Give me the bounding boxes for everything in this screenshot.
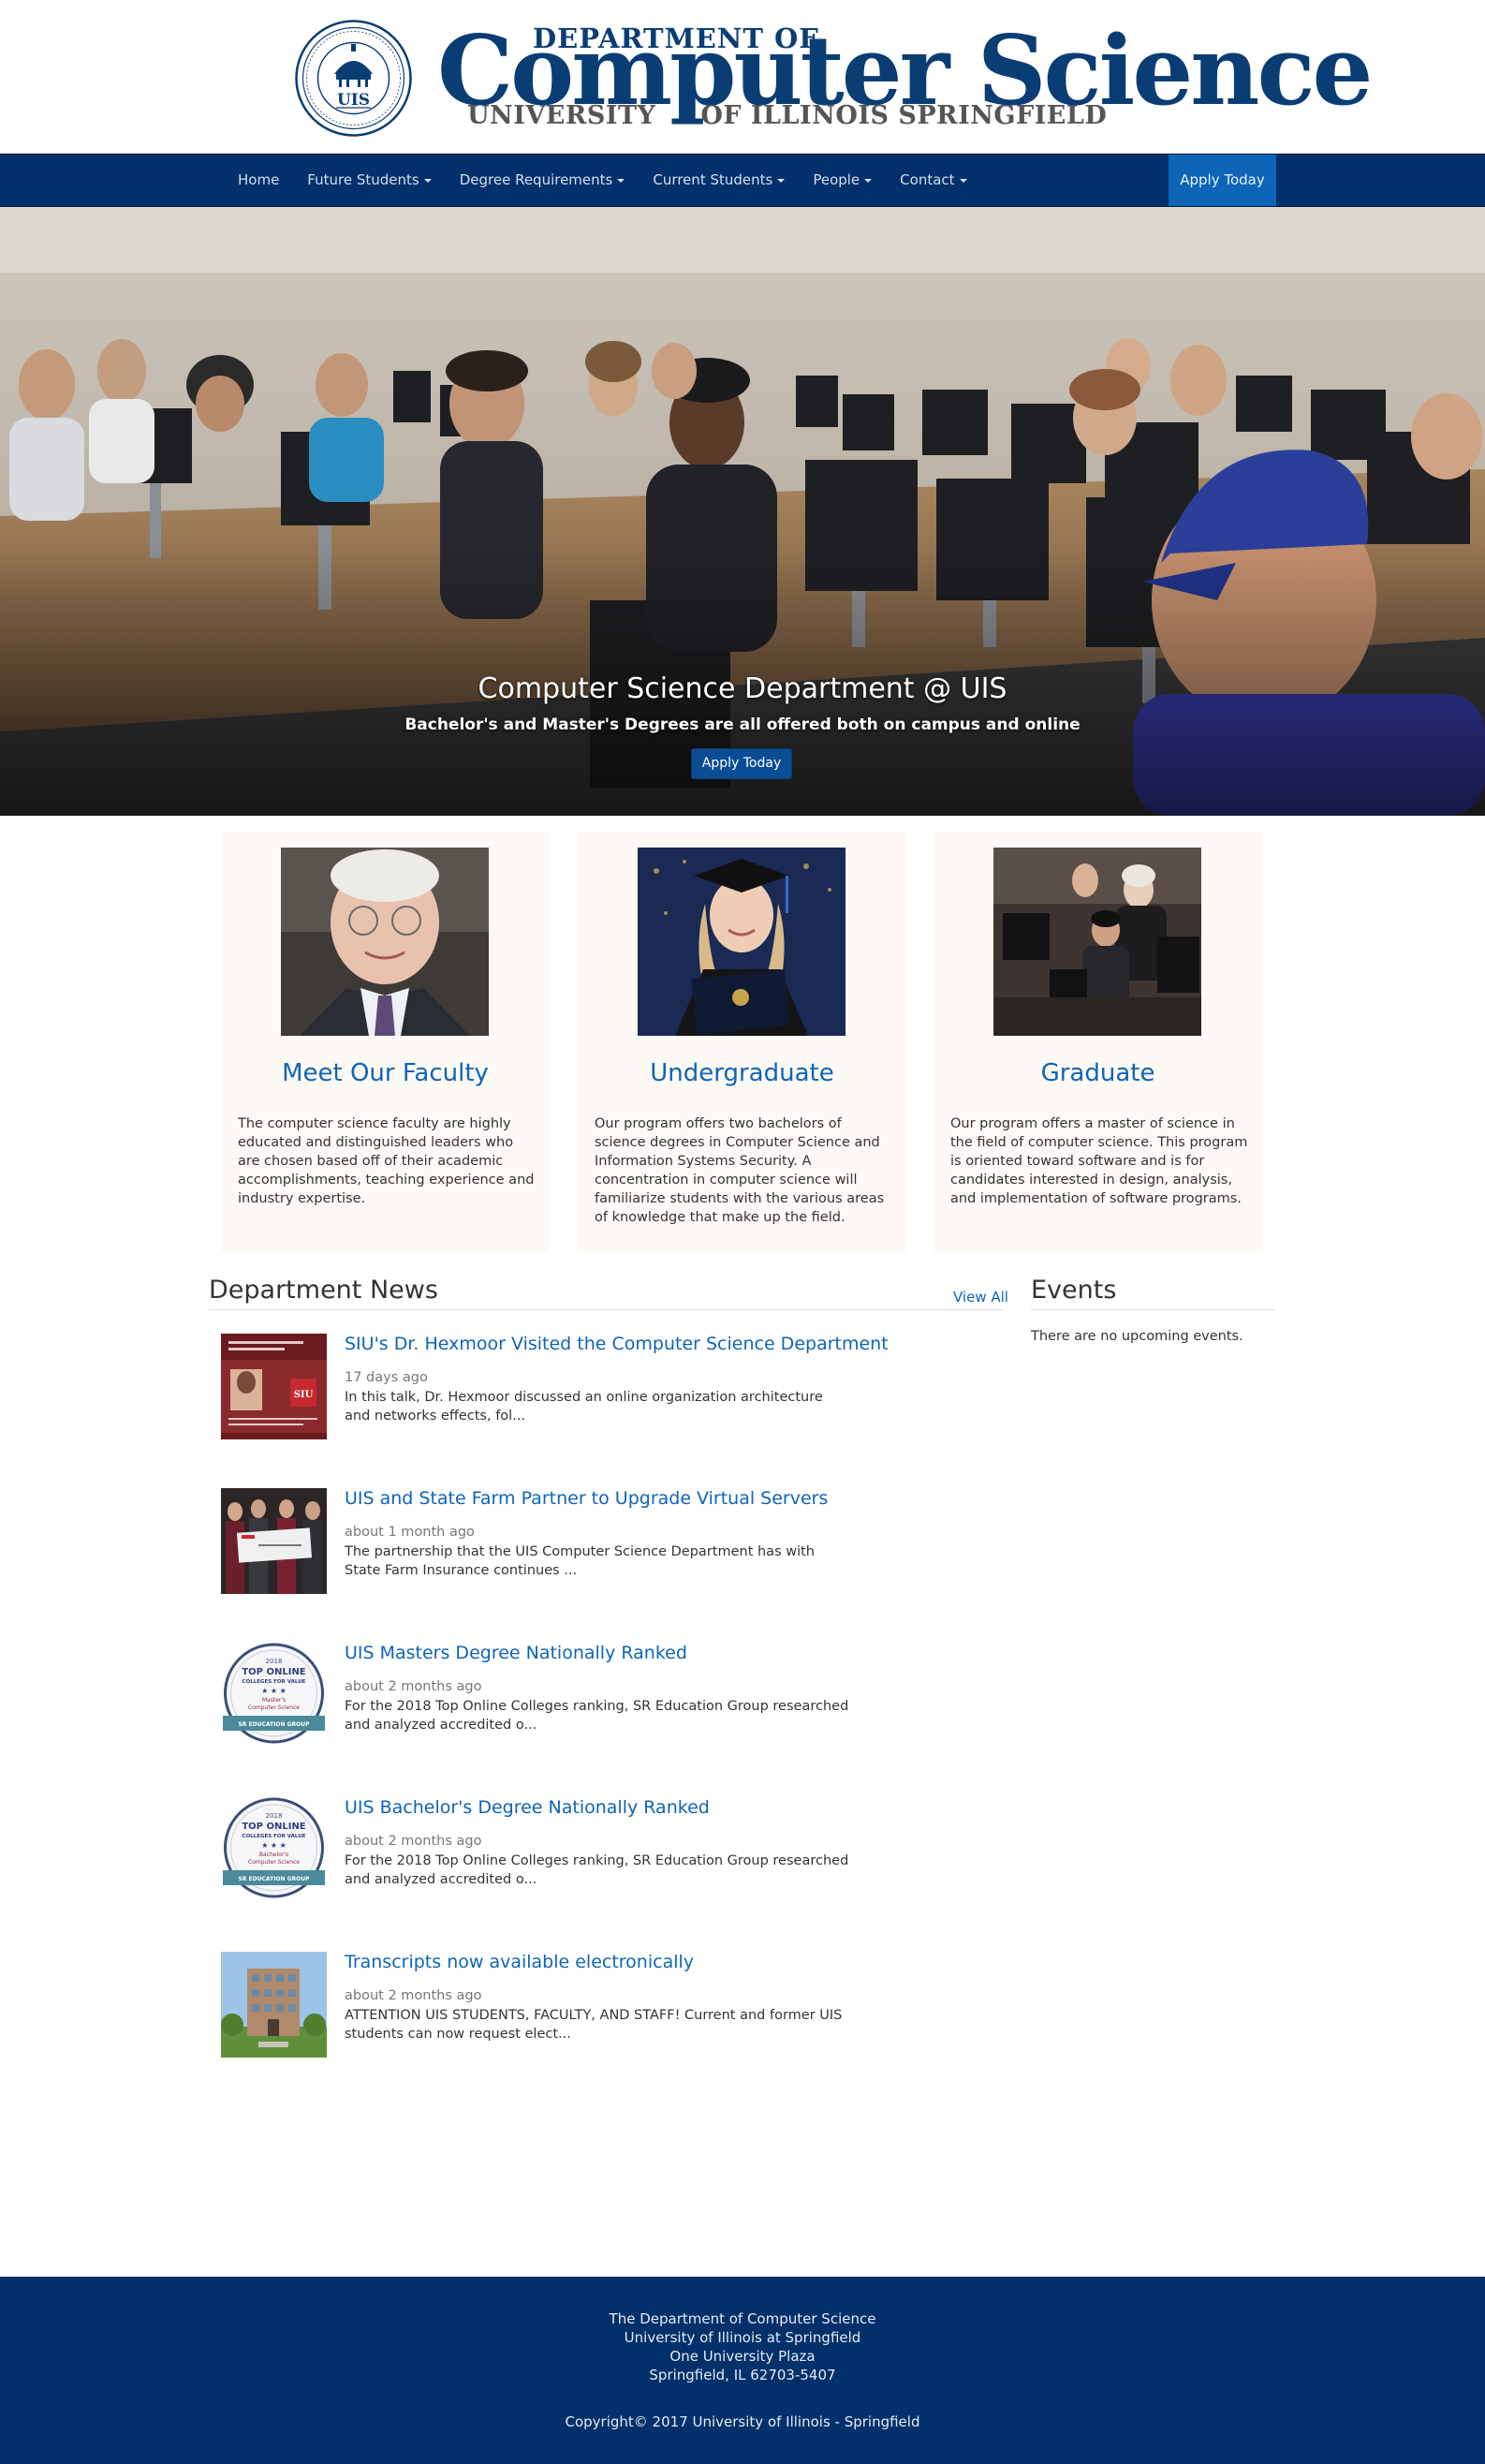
news-excerpt: For the 2018 Top Online Colleges ranking…	[345, 1853, 849, 1887]
divider	[209, 1309, 1003, 1310]
news-item: SIU SIU's Dr. Hexmoor Visited the Comput…	[221, 1334, 889, 1441]
badge-line1: TOP ONLINE	[242, 1667, 305, 1677]
badge-year: 2018	[266, 1812, 283, 1820]
card-text: The computer science faculty are highly …	[238, 1116, 535, 1206]
news-item: UIS and State Farm Partner to Upgrade Vi…	[221, 1488, 876, 1596]
news-events-section: Department News View All Events There ar…	[0, 1270, 1485, 2277]
uis-seal-logo[interactable]: UIS	[295, 20, 412, 137]
card-faculty: Meet Our Faculty The computer science fa…	[221, 832, 550, 1252]
news-thumbnail[interactable]: 2018 TOP ONLINE COLLEGES FOR VALUE ★ ★ ★…	[221, 1643, 327, 1748]
footer-address-line: Springfield, IL 62703-5407	[649, 2367, 836, 2383]
events-heading: Events	[1031, 1276, 1117, 1305]
footer-address-line: The Department of Computer Science	[609, 2310, 876, 2327]
badge-line1: TOP ONLINE	[242, 1822, 305, 1832]
news-excerpt: ATTENTION UIS STUDENTS, FACULTY, AND STA…	[345, 2008, 843, 2042]
badge-program: Computer Science	[248, 1704, 300, 1711]
caret-down-icon	[617, 178, 625, 183]
card-title[interactable]: Meet Our Faculty	[221, 1059, 550, 1087]
nav-item-label: People	[813, 171, 860, 188]
card-title[interactable]: Graduate	[934, 1059, 1262, 1087]
department-news-heading: Department News	[209, 1276, 438, 1305]
hero-subtitle: Bachelor's and Master's Degrees are all …	[404, 716, 1081, 734]
news-title[interactable]: UIS Masters Degree Nationally Ranked	[345, 1643, 687, 1663]
wordmark-university: UNIVERSITY OF ILLINOIS SPRINGFIELD	[467, 101, 1107, 130]
nav-item-label: Home	[238, 171, 280, 188]
news-date: about 2 months ago	[345, 1679, 482, 1694]
nav-item-current-students[interactable]: Current Students	[639, 155, 799, 206]
badge-year: 2018	[266, 1658, 283, 1665]
view-all-news-link[interactable]: View All	[953, 1289, 1008, 1306]
news-excerpt: The partnership that the UIS Computer Sc…	[345, 1544, 815, 1578]
card-text: Our program offers two bachelors of scie…	[595, 1116, 885, 1225]
nav-item-label: Future Students	[307, 171, 419, 188]
footer-address-line: One University Plaza	[669, 2348, 816, 2365]
news-date: 17 days ago	[345, 1370, 428, 1385]
nav-item-contact[interactable]: Contact	[886, 155, 980, 206]
caret-down-icon	[864, 178, 873, 183]
news-excerpt: In this talk, Dr. Hexmoor discussed an o…	[345, 1390, 823, 1424]
seal-text: UIS	[337, 91, 370, 110]
feature-cards: Meet Our Faculty The computer science fa…	[0, 816, 1485, 1270]
badge-line2: COLLEGES FOR VALUE	[243, 1834, 306, 1839]
footer-address-line: University of Illinois at Springfield	[624, 2329, 861, 2346]
nav-item-label: Degree Requirements	[459, 171, 613, 188]
badge-degree: Bachelor's	[259, 1852, 288, 1858]
badge-line2: COLLEGES FOR VALUE	[243, 1679, 306, 1685]
nav-item-label: Current Students	[653, 171, 773, 188]
news-title[interactable]: UIS Bachelor's Degree Nationally Ranked	[345, 1797, 710, 1818]
nav-item-label: Contact	[900, 171, 955, 188]
wordmark-university-right: OF ILLINOIS SPRINGFIELD	[700, 101, 1108, 130]
news-date: about 1 month ago	[345, 1525, 475, 1540]
news-title[interactable]: UIS and State Farm Partner to Upgrade Vi…	[345, 1488, 828, 1509]
nav-item-home[interactable]: Home	[224, 155, 293, 206]
caret-down-icon	[959, 178, 967, 183]
nav-menu: Home Future Students Degree Requirements…	[224, 155, 981, 206]
caret-down-icon	[423, 178, 432, 183]
news-date: about 2 months ago	[345, 1988, 482, 2003]
badge-ribbon: SR EDUCATION GROUP	[238, 1721, 310, 1728]
hero-banner: Computer Science Department @ UIS Bachel…	[0, 207, 1485, 816]
news-excerpt: For the 2018 Top Online Colleges ranking…	[345, 1699, 849, 1733]
news-item: Transcripts now available electronically…	[221, 1952, 876, 2059]
news-item: 2018 TOP ONLINE COLLEGES FOR VALUE ★ ★ ★…	[221, 1643, 876, 1750]
hero-title: Computer Science Department @ UIS	[478, 672, 1007, 705]
site-footer: The Department of Computer Science Unive…	[0, 2277, 1485, 2464]
site-header: UIS DEPARTMENT OF Computer Science UNIVE…	[0, 0, 1485, 154]
graduate-photo[interactable]	[993, 848, 1201, 1036]
divider	[1031, 1309, 1276, 1310]
department-wordmark[interactable]: DEPARTMENT OF Computer Science UNIVERSIT…	[437, 19, 1373, 136]
main-navbar: Home Future Students Degree Requirements…	[0, 154, 1485, 207]
news-item: 2018 TOP ONLINE COLLEGES FOR VALUE ★ ★ ★…	[221, 1797, 876, 1905]
caret-down-icon	[777, 178, 786, 183]
card-text: Our program offers a master of science i…	[950, 1116, 1248, 1206]
nav-item-future-students[interactable]: Future Students	[293, 155, 445, 206]
badge-ribbon: SR EDUCATION GROUP	[238, 1876, 310, 1882]
news-thumbnail[interactable]	[221, 1952, 327, 2058]
card-undergraduate: Undergraduate Our program offers two bac…	[578, 832, 906, 1252]
faculty-photo[interactable]	[281, 848, 489, 1036]
card-title[interactable]: Undergraduate	[578, 1059, 906, 1087]
card-graduate: Graduate Our program offers a master of …	[934, 832, 1262, 1252]
nav-item-people[interactable]: People	[799, 155, 886, 206]
hero-apply-today-button[interactable]: Apply Today	[691, 748, 792, 779]
svg-text:★ ★ ★: ★ ★ ★	[261, 1687, 287, 1695]
news-title[interactable]: SIU's Dr. Hexmoor Visited the Computer S…	[345, 1334, 889, 1354]
news-thumbnail[interactable]	[221, 1488, 327, 1594]
news-date: about 2 months ago	[345, 1834, 482, 1849]
nav-item-degree-requirements[interactable]: Degree Requirements	[446, 155, 640, 206]
siu-badge-text: SIU	[294, 1390, 314, 1400]
wordmark-university-left: UNIVERSITY	[467, 101, 656, 130]
badge-degree: Master's	[262, 1697, 286, 1704]
nav-apply-today-button[interactable]: Apply Today	[1169, 155, 1276, 206]
news-title[interactable]: Transcripts now available electronically	[345, 1952, 694, 1972]
badge-program: Computer Science	[248, 1859, 300, 1866]
events-empty-message: There are no upcoming events.	[1031, 1329, 1243, 1344]
news-thumbnail[interactable]: SIU	[221, 1334, 327, 1439]
svg-text:★ ★ ★: ★ ★ ★	[261, 1841, 287, 1850]
footer-copyright: Copyright© 2017 University of Illinois -…	[565, 2413, 920, 2430]
news-thumbnail[interactable]: 2018 TOP ONLINE COLLEGES FOR VALUE ★ ★ ★…	[221, 1797, 327, 1903]
undergraduate-photo[interactable]	[638, 848, 845, 1036]
